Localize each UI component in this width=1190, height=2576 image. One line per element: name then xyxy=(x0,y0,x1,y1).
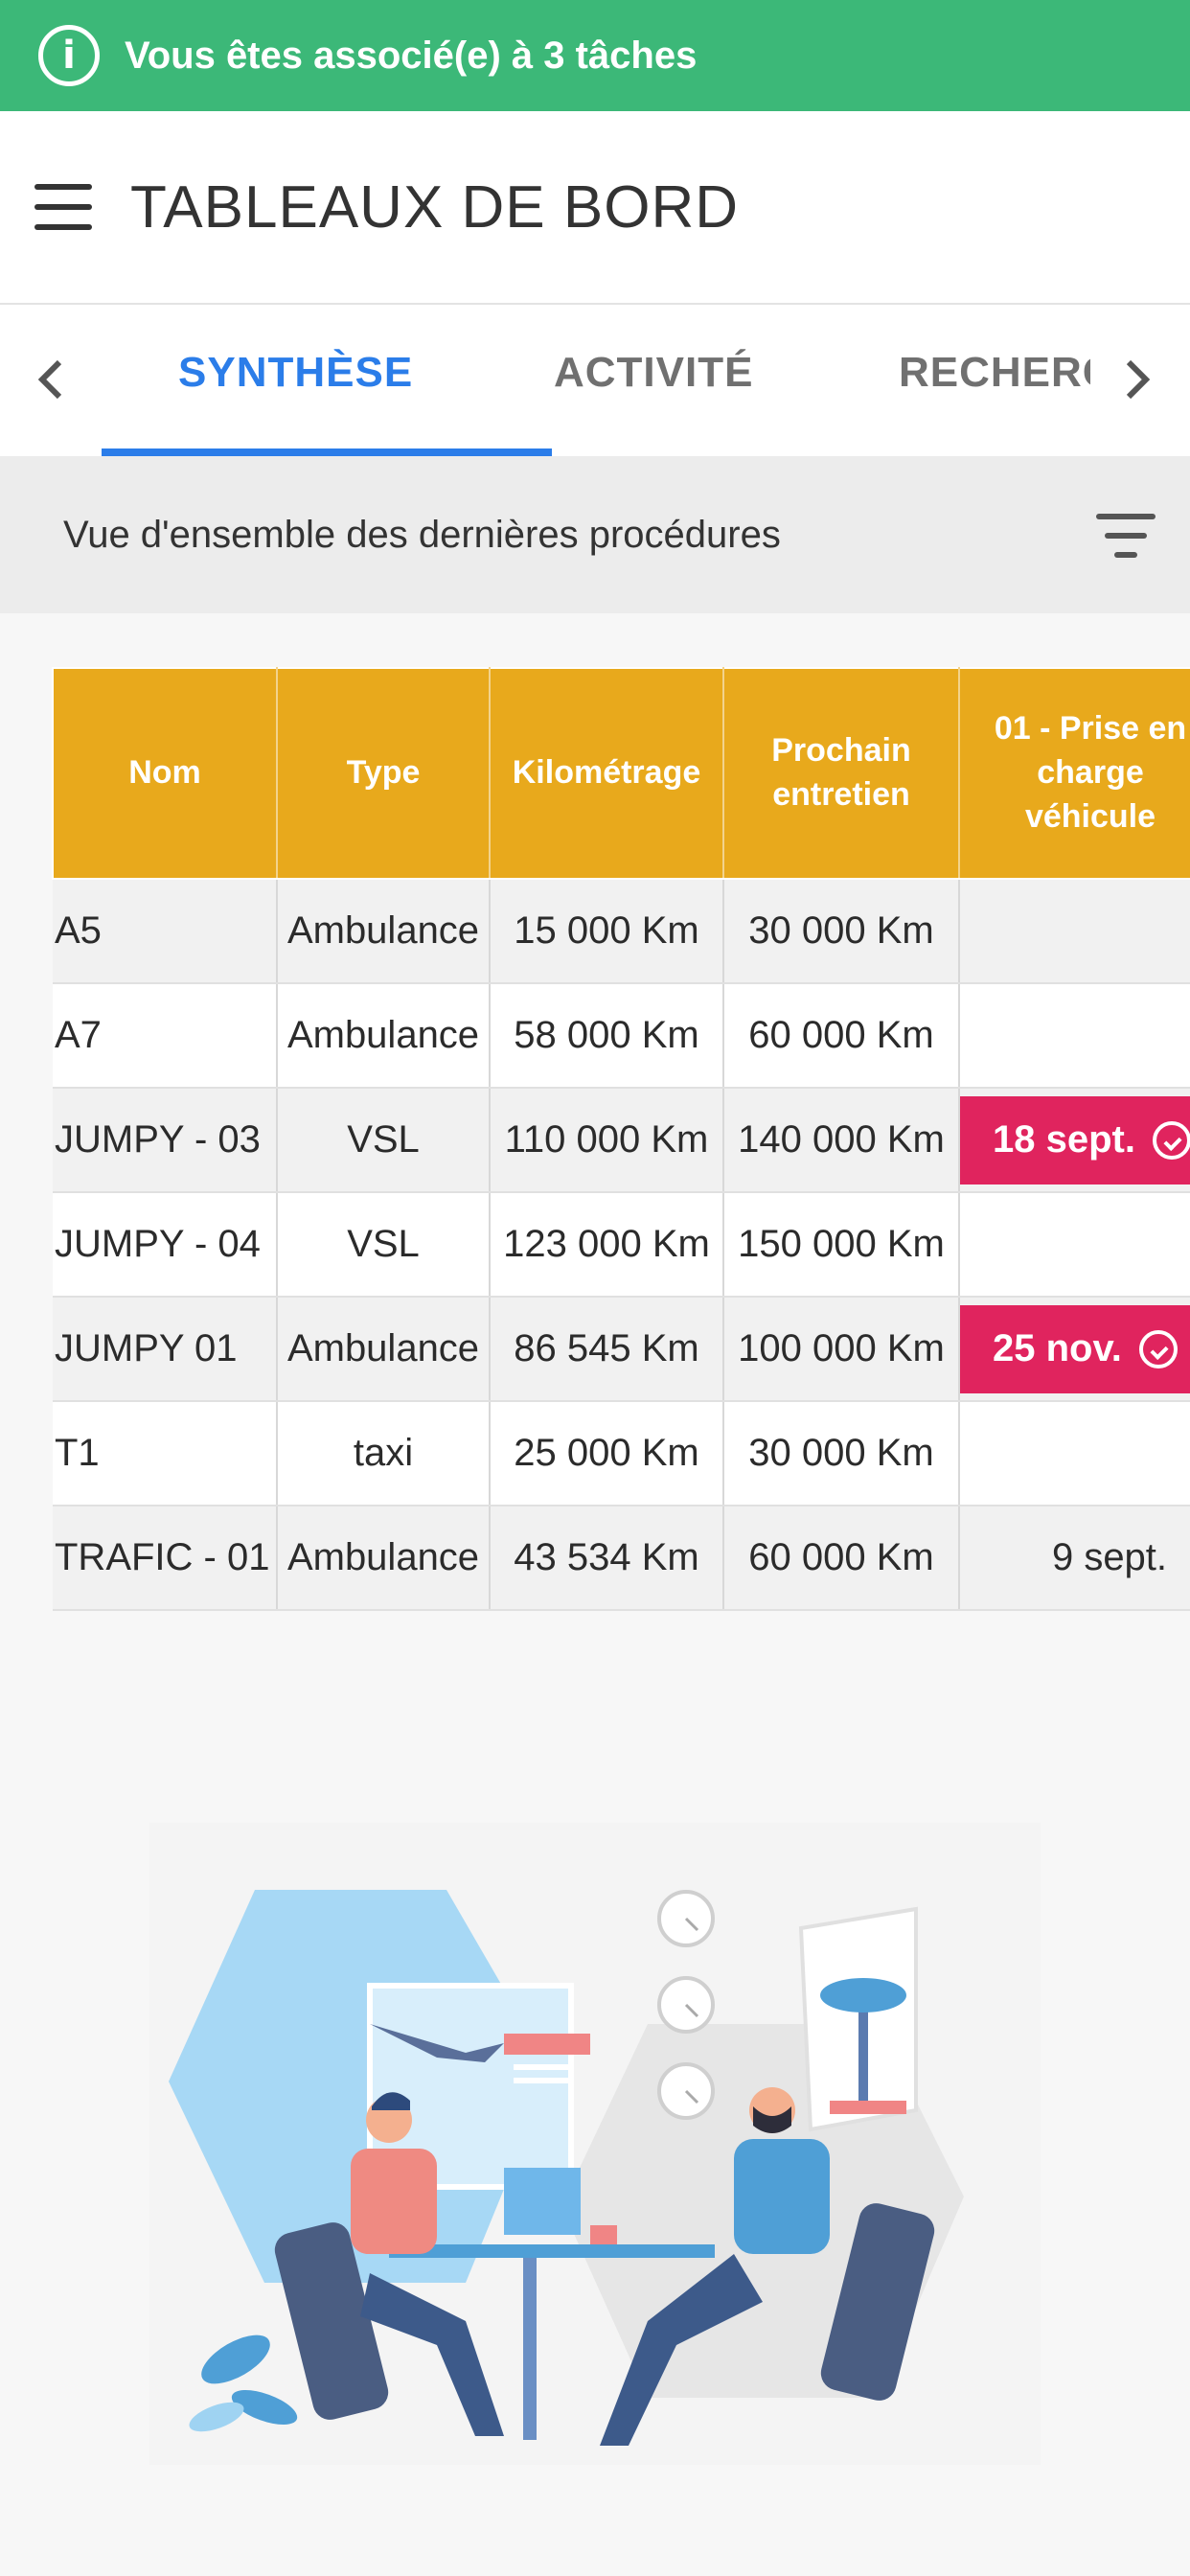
column-header-prise-en-charge[interactable]: 01 - Prise en charge véhicule xyxy=(958,667,1190,880)
due-date-text: 25 nov. xyxy=(993,1327,1122,1369)
chevron-left-icon[interactable] xyxy=(27,351,75,408)
banner-text: Vous êtes associé(e) à 3 tâches xyxy=(125,34,698,77)
due-date-text: 18 sept. xyxy=(993,1118,1135,1161)
cell-prise-en-charge: 9 sept. xyxy=(959,1506,1190,1611)
table-row[interactable]: JUMPY - 03 VSL 110 000 Km 140 000 Km 18 … xyxy=(53,1088,1190,1193)
menu-icon[interactable] xyxy=(34,184,92,230)
cell-prise-en-charge xyxy=(959,1192,1190,1298)
due-date-badge[interactable]: 18 sept. xyxy=(960,1095,1190,1184)
cell-prochain-entretien: 30 000 Km xyxy=(723,879,960,984)
cell-type: VSL xyxy=(277,1088,491,1193)
cell-prochain-entretien: 30 000 Km xyxy=(723,1401,960,1506)
cell-kilometrage: 58 000 Km xyxy=(490,983,724,1089)
cell-type: Ambulance xyxy=(277,983,491,1089)
cell-type: Ambulance xyxy=(277,879,491,984)
app-bar: TABLEAUX DE BORD xyxy=(0,111,1190,305)
person-torso xyxy=(734,2139,830,2254)
column-header-type[interactable]: Type xyxy=(276,667,491,880)
table-row[interactable]: A5 Ambulance 15 000 Km 30 000 Km xyxy=(53,879,1190,984)
cell-kilometrage: 110 000 Km xyxy=(490,1088,724,1193)
filter-icon[interactable] xyxy=(1096,514,1156,558)
active-tab-indicator xyxy=(102,448,552,456)
cell-prochain-entretien: 60 000 Km xyxy=(723,983,960,1089)
cell-kilometrage: 15 000 Km xyxy=(490,879,724,984)
procedures-table-container[interactable]: Nom Type Kilométrage Prochain entretien … xyxy=(52,667,1190,1616)
cell-nom: TRAFIC - 01 xyxy=(53,1506,278,1611)
cell-nom: A7 xyxy=(53,983,278,1089)
cell-prochain-entretien: 150 000 Km xyxy=(723,1192,960,1298)
cell-nom: JUMPY 01 xyxy=(53,1297,278,1402)
notification-banner[interactable]: i Vous êtes associé(e) à 3 tâches xyxy=(0,0,1190,111)
cell-kilometrage: 43 534 Km xyxy=(490,1506,724,1611)
cell-prise-en-charge xyxy=(959,1401,1190,1506)
cell-type: taxi xyxy=(277,1401,491,1506)
table-row[interactable]: JUMPY 01 Ambulance 86 545 Km 100 000 Km … xyxy=(53,1297,1190,1402)
cell-kilometrage: 123 000 Km xyxy=(490,1192,724,1298)
office-meeting-illustration xyxy=(149,1823,1041,2465)
subheader-text: Vue d'ensemble des dernières procédures xyxy=(63,513,781,556)
desk-shape xyxy=(389,2244,715,2258)
cell-prochain-entretien: 100 000 Km xyxy=(723,1297,960,1402)
cell-nom: JUMPY - 04 xyxy=(53,1192,278,1298)
tab-activite[interactable]: ACTIVITÉ xyxy=(554,349,753,397)
procedures-table: Nom Type Kilométrage Prochain entretien … xyxy=(52,667,1190,1611)
tab-bar: SYNTHÈSE ACTIVITÉ RECHERCHE xyxy=(0,305,1190,456)
cell-prise-en-charge[interactable]: 18 sept. xyxy=(959,1088,1190,1193)
table-row[interactable]: A7 Ambulance 58 000 Km 60 000 Km xyxy=(53,983,1190,1089)
due-date-badge[interactable]: 25 nov. xyxy=(960,1304,1190,1393)
cell-type: Ambulance xyxy=(277,1297,491,1402)
alarm-check-icon xyxy=(1152,1120,1190,1160)
cell-type: Ambulance xyxy=(277,1506,491,1611)
cell-kilometrage: 25 000 Km xyxy=(490,1401,724,1506)
table-row[interactable]: TRAFIC - 01 Ambulance 43 534 Km 60 000 K… xyxy=(53,1506,1190,1611)
info-icon: i xyxy=(38,25,100,86)
cell-prise-en-charge xyxy=(959,879,1190,984)
table-row[interactable]: T1 taxi 25 000 Km 30 000 Km xyxy=(53,1401,1190,1506)
cell-nom: A5 xyxy=(53,879,278,984)
page-title: TABLEAUX DE BORD xyxy=(130,173,740,241)
cell-prochain-entretien: 60 000 Km xyxy=(723,1506,960,1611)
column-header-kilometrage[interactable]: Kilométrage xyxy=(489,667,724,880)
column-header-nom[interactable]: Nom xyxy=(52,667,278,880)
chevron-right-icon[interactable] xyxy=(1113,351,1161,408)
subheader: Vue d'ensemble des dernières procédures xyxy=(0,456,1190,613)
table-header-row: Nom Type Kilométrage Prochain entretien … xyxy=(52,667,1190,880)
table-row[interactable]: JUMPY - 04 VSL 123 000 Km 150 000 Km xyxy=(53,1192,1190,1298)
cell-type: VSL xyxy=(277,1192,491,1298)
cell-prise-en-charge[interactable]: 25 nov. xyxy=(959,1297,1190,1402)
column-header-prochain-entretien[interactable]: Prochain entretien xyxy=(722,667,960,880)
tab-synthese[interactable]: SYNTHÈSE xyxy=(178,349,413,397)
cell-prochain-entretien: 140 000 Km xyxy=(723,1088,960,1193)
cell-prise-en-charge xyxy=(959,983,1190,1089)
cell-nom: JUMPY - 03 xyxy=(53,1088,278,1193)
person-torso xyxy=(351,2149,437,2254)
cell-kilometrage: 86 545 Km xyxy=(490,1297,724,1402)
tab-recherche[interactable]: RECHERCHE xyxy=(899,349,1090,397)
illustration-graphic xyxy=(149,1823,1041,2465)
alarm-check-icon xyxy=(1138,1329,1178,1368)
cell-nom: T1 xyxy=(53,1401,278,1506)
